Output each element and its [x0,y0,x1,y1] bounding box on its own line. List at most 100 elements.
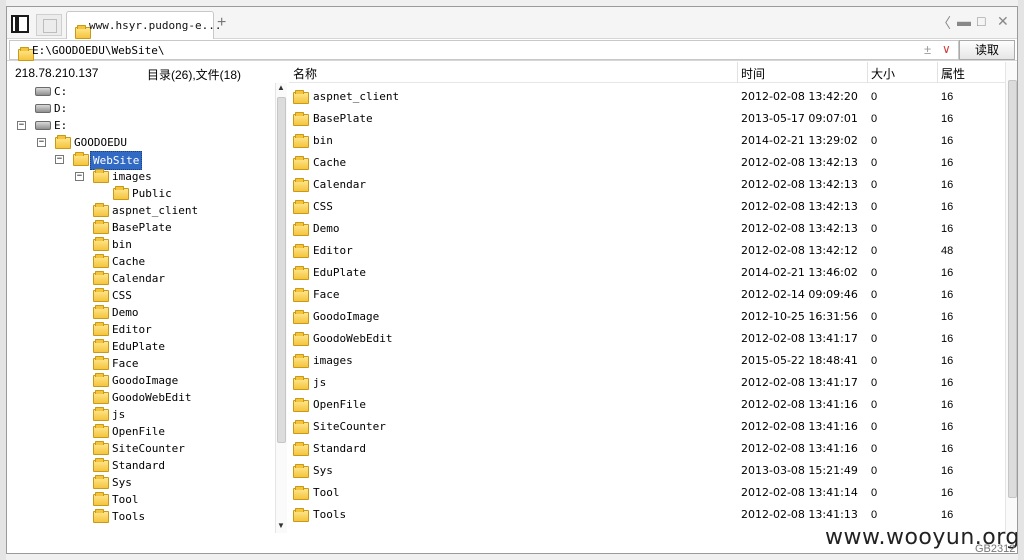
column-size[interactable]: 大小 [871,65,895,82]
tab-bar: www.hsyr.pudong-e... + 〈 ▬ □ ✕ [7,7,1017,39]
file-time: 2015-05-22 18:48:41 [741,354,858,367]
active-tab[interactable]: www.hsyr.pudong-e... [66,11,221,39]
address-input[interactable]: E:\GOODOEDU\WebSite\ ± ∨ [9,40,959,61]
tree-scrollbar-thumb[interactable] [277,97,286,443]
file-attr: 16 [941,267,954,279]
tree-node-label: aspnet_client [112,204,199,217]
column-divider[interactable] [867,62,868,83]
folder-icon [93,237,109,251]
folder-icon [93,220,109,234]
close-icon[interactable]: ✕ [997,13,1009,30]
file-time: 2012-10-25 16:31:56 [741,310,858,323]
file-size: 0 [871,465,878,477]
file-row[interactable]: Editor 2012-02-08 13:42:12 0 48 [289,240,1005,262]
column-attr[interactable]: 属性 [941,65,965,82]
file-row[interactable]: Cache 2012-02-08 13:42:13 0 16 [289,152,1005,174]
folder-icon [293,134,309,148]
file-row[interactable]: Sys 2013-03-08 15:21:49 0 16 [289,460,1005,482]
column-name[interactable]: 名称 [293,65,317,82]
tree-node-label: Sys [112,476,132,489]
folder-tree: C: D: − E: − GOODOEDU − WebSite − images Public asp… [7,83,287,533]
file-row[interactable]: Demo 2012-02-08 13:42:13 0 16 [289,218,1005,240]
chevron-down-icon[interactable]: ∨ [942,42,951,56]
tree-node-label: images [112,170,152,183]
inactive-tab[interactable] [36,14,62,36]
folder-icon [293,200,309,214]
tree-node-label: Tool [112,493,139,506]
tree-scrollbar[interactable]: ▲ ▼ [275,83,287,533]
file-row[interactable]: CSS 2012-02-08 13:42:13 0 16 [289,196,1005,218]
file-row[interactable]: Tools 2012-02-08 13:41:13 0 16 [289,504,1005,526]
file-row[interactable]: GoodoWebEdit 2012-02-08 13:41:17 0 16 [289,328,1005,350]
file-row[interactable]: Standard 2012-02-08 13:41:16 0 16 [289,438,1005,460]
folder-icon [93,339,109,353]
file-size: 0 [871,443,878,455]
bookmark-icon[interactable]: ± [924,42,931,57]
folder-icon [293,354,309,368]
list-scrollbar-thumb[interactable] [1008,80,1017,498]
tree-collapse-toggle[interactable]: − [55,155,64,164]
column-divider[interactable] [937,62,938,83]
file-name: Editor [313,244,353,257]
folder-icon [93,492,109,506]
file-row[interactable]: images 2015-05-22 18:48:41 0 16 [289,350,1005,372]
file-row[interactable]: OpenFile 2012-02-08 13:41:16 0 16 [289,394,1005,416]
file-name: SiteCounter [313,420,386,433]
file-size: 0 [871,311,878,323]
folder-icon [93,305,109,319]
file-name: Tool [313,486,340,499]
file-time: 2012-02-08 13:42:12 [741,244,858,257]
file-time: 2014-02-21 13:46:02 [741,266,858,279]
file-list: aspnet_client 2012-02-08 13:42:20 0 16 BaseP… [289,84,1005,534]
new-tab-button[interactable]: + [217,14,226,32]
file-time: 2012-02-08 13:42:13 [741,200,858,213]
tree-collapse-toggle[interactable]: − [17,121,26,130]
scroll-down-icon[interactable]: ▼ [277,521,285,530]
tree-node-label: Calendar [112,272,165,285]
file-size: 0 [871,113,878,125]
folder-icon [293,332,309,346]
sidebar-toggle-icon[interactable] [11,15,29,33]
column-divider[interactable] [737,62,738,83]
file-name: Standard [313,442,366,455]
file-row[interactable]: bin 2014-02-21 13:29:02 0 16 [289,130,1005,152]
file-row[interactable]: Calendar 2012-02-08 13:42:13 0 16 [289,174,1005,196]
scroll-up-icon[interactable]: ▲ [277,83,285,92]
tree-collapse-toggle[interactable]: − [75,172,84,181]
file-row[interactable]: BasePlate 2013-05-17 09:07:01 0 16 [289,108,1005,130]
tree-node-label: js [112,408,126,421]
folder-icon [93,169,109,183]
file-name: Tools [313,508,347,521]
column-time[interactable]: 时间 [741,65,765,82]
file-time: 2012-02-08 13:41:16 [741,420,858,433]
file-manager-window: www.hsyr.pudong-e... + 〈 ▬ □ ✕ E:\GOODOE… [6,6,1018,554]
file-name: images [313,354,353,367]
folder-icon [293,310,309,324]
file-row[interactable]: EduPlate 2014-02-21 13:46:02 0 16 [289,262,1005,284]
file-row[interactable]: js 2012-02-08 13:41:17 0 16 [289,372,1005,394]
folder-icon [93,475,109,489]
tree-node-label: E: [54,119,68,132]
file-row[interactable]: GoodoImage 2012-10-25 16:31:56 0 16 [289,306,1005,328]
file-size: 0 [871,223,878,235]
tree-node-label: Face [112,357,139,370]
file-row[interactable]: Tool 2012-02-08 13:41:14 0 16 [289,482,1005,504]
folder-icon [293,222,309,236]
file-attr: 16 [941,223,954,235]
file-row[interactable]: aspnet_client 2012-02-08 13:42:20 0 16 [289,86,1005,108]
tree-collapse-toggle[interactable]: − [37,138,46,147]
folder-icon [293,508,309,522]
tree-node-label: Cache [112,255,146,268]
maximize-icon[interactable]: □ [977,13,985,29]
tree-node-label: GoodoImage [112,374,179,387]
file-row[interactable]: Face 2012-02-14 09:09:46 0 16 [289,284,1005,306]
address-bar: E:\GOODOEDU\WebSite\ ± ∨ 读取 [7,39,1017,61]
read-button[interactable]: 读取 [959,40,1015,60]
file-time: 2012-02-08 13:42:20 [741,90,858,103]
file-row[interactable]: SiteCounter 2012-02-08 13:41:16 0 16 [289,416,1005,438]
file-attr: 16 [941,311,954,323]
list-scrollbar[interactable] [1005,62,1017,534]
minimize-icon[interactable]: ▬ [957,13,971,29]
folder-icon [93,356,109,370]
back-icon[interactable]: 〈 [937,13,951,33]
